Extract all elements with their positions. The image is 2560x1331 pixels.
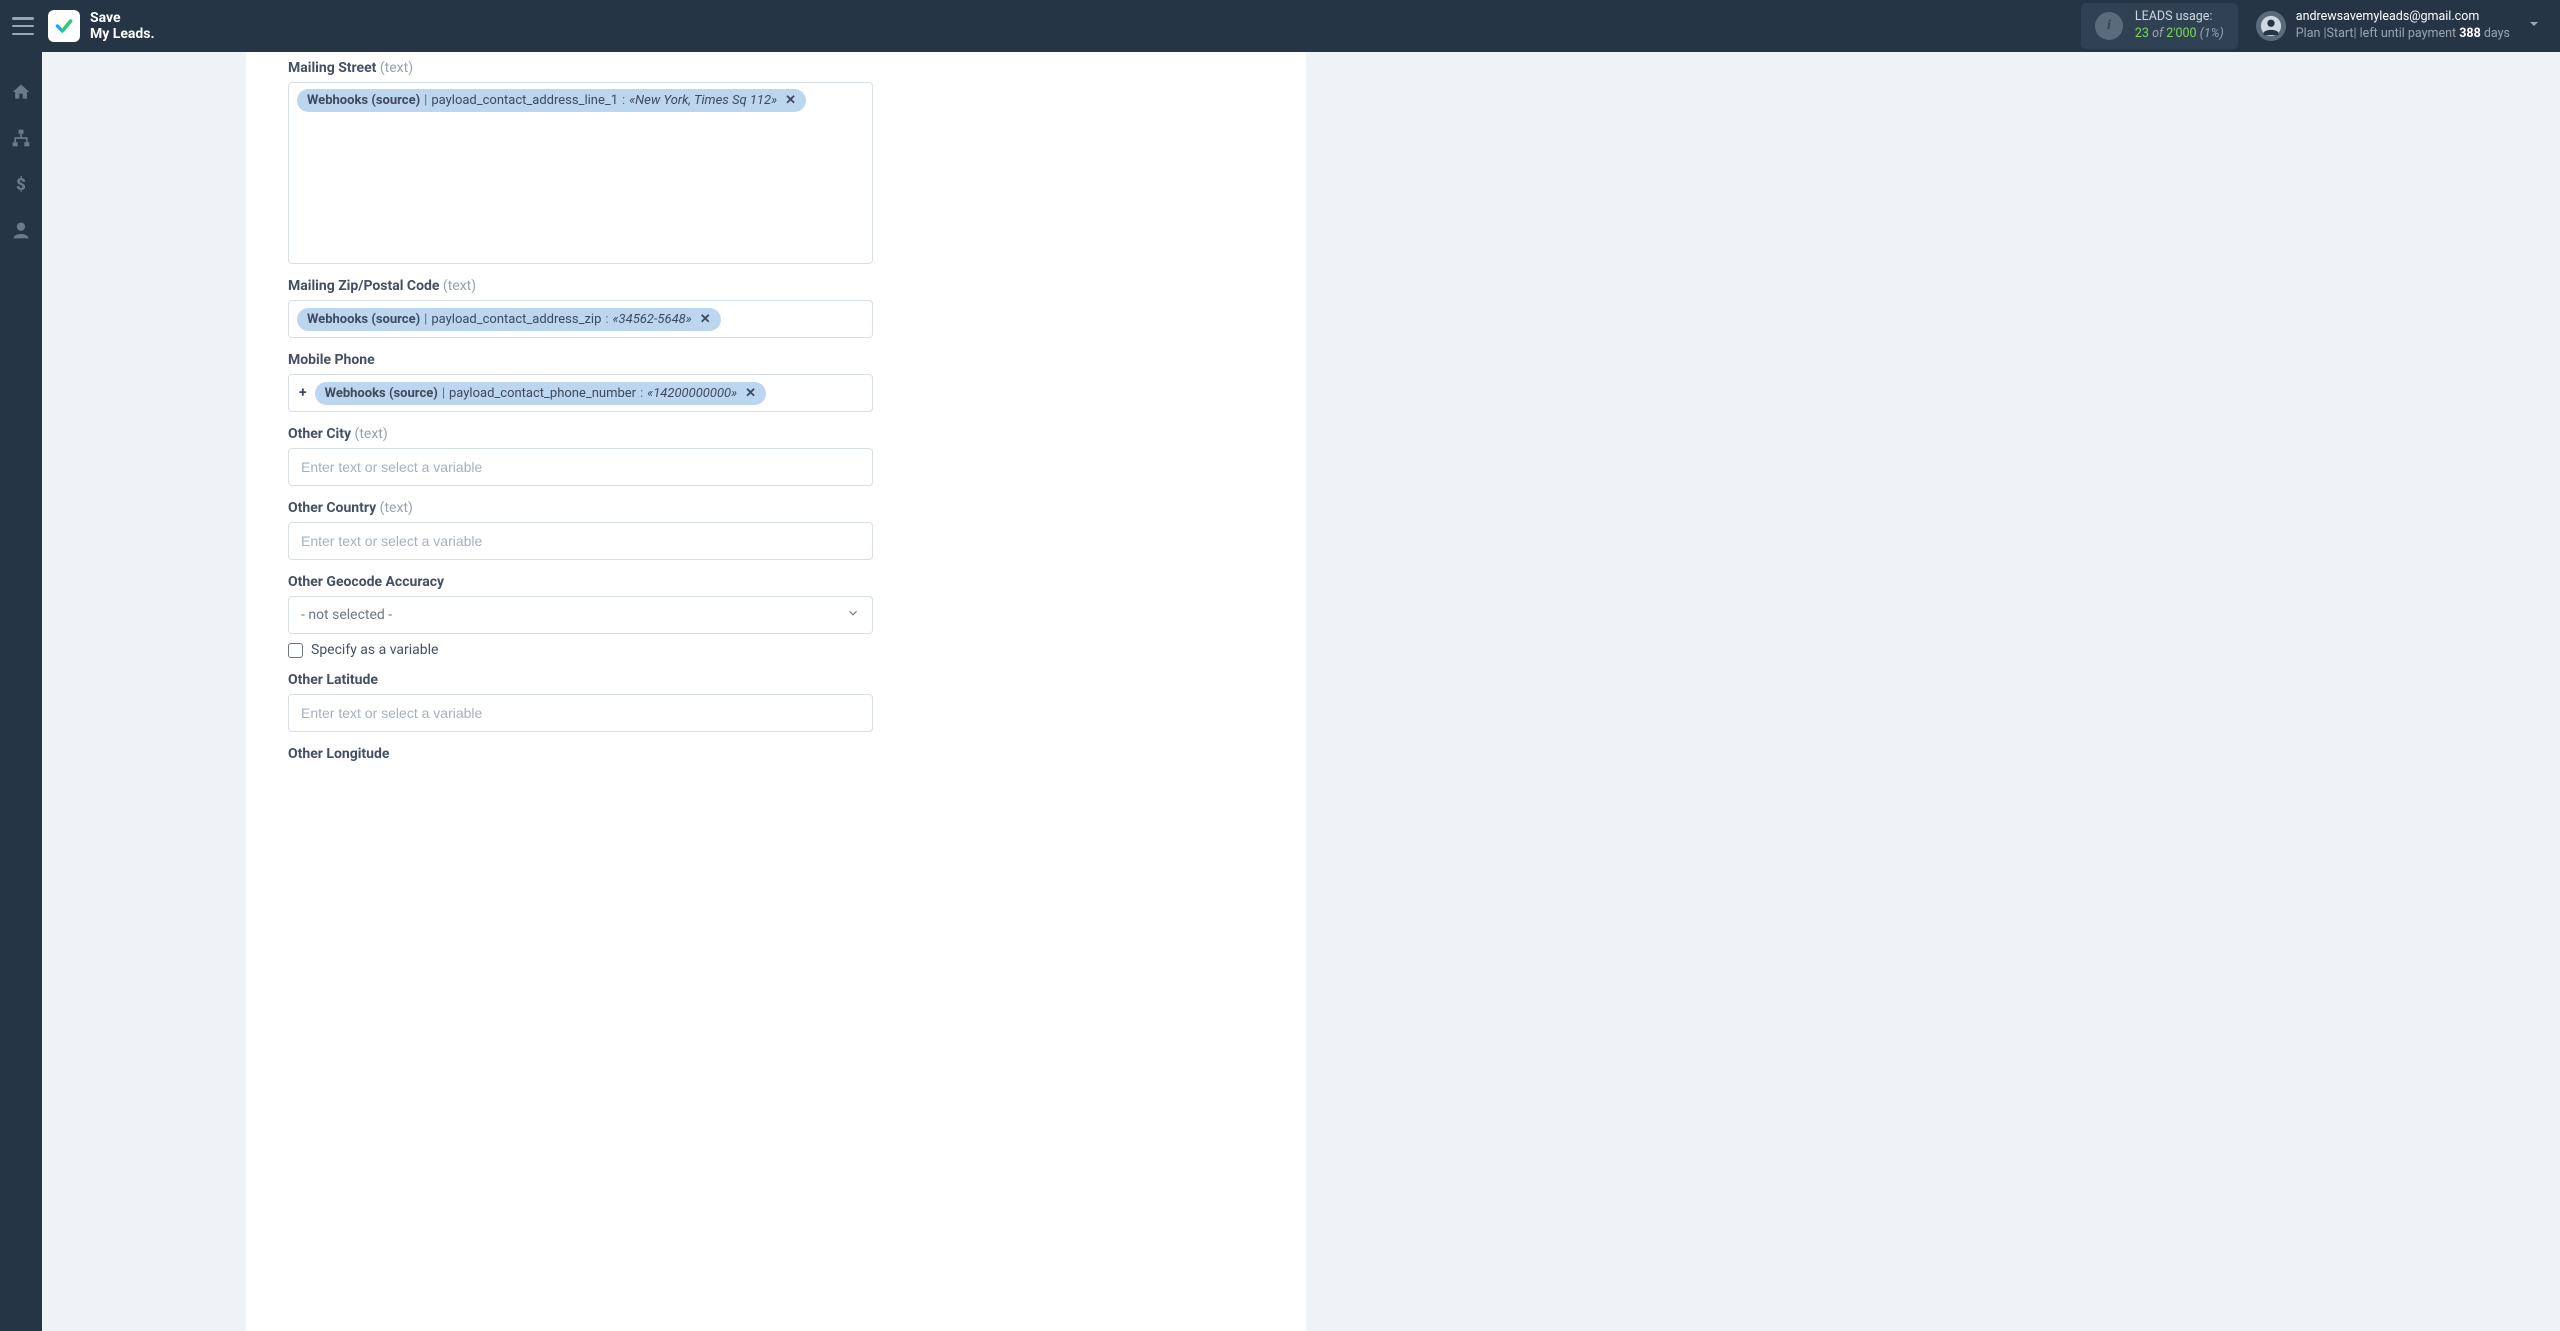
brand-line2: My Leads. bbox=[90, 26, 155, 42]
other-latitude-field[interactable] bbox=[297, 703, 864, 723]
usage-text: LEADS usage: 23 of 2'000 (1%) bbox=[2135, 9, 2224, 43]
checkbox-label: Specify as a variable bbox=[311, 642, 438, 658]
field-other-country: Other Country (text) bbox=[288, 500, 873, 560]
form-card: Mailing Street (text) Webhooks (source) … bbox=[246, 52, 1306, 1331]
user-email: andrewsavemyleads@gmail.com bbox=[2296, 9, 2510, 26]
field-mailing-zip: Mailing Zip/Postal Code (text) Webhooks … bbox=[288, 278, 873, 338]
label-other-city: Other City (text) bbox=[288, 426, 873, 442]
topbar: Save My Leads. i LEADS usage: 23 of 2'00… bbox=[0, 0, 2560, 52]
input-mobile-phone[interactable]: + Webhooks (source) | payload_contact_ph… bbox=[288, 374, 873, 412]
plan-prefix: Plan bbox=[2296, 26, 2324, 41]
input-other-city[interactable] bbox=[288, 448, 873, 486]
plan-name: |Start| bbox=[2324, 26, 2357, 41]
svg-text:$: $ bbox=[16, 176, 26, 194]
specify-as-variable-row[interactable]: Specify as a variable bbox=[288, 642, 873, 658]
chevron-down-icon bbox=[846, 606, 860, 624]
sidebar: $ bbox=[0, 52, 42, 1331]
label-other-country: Other Country (text) bbox=[288, 500, 873, 516]
user-text: andrewsavemyleads@gmail.com Plan |Start|… bbox=[2296, 9, 2510, 43]
avatar-icon bbox=[2256, 11, 2286, 41]
field-other-latitude: Other Latitude bbox=[288, 672, 873, 732]
dollar-icon[interactable]: $ bbox=[9, 172, 33, 196]
other-city-field[interactable] bbox=[297, 457, 864, 477]
input-other-country[interactable] bbox=[288, 522, 873, 560]
user-menu[interactable]: andrewsavemyleads@gmail.com Plan |Start|… bbox=[2256, 9, 2510, 43]
label-other-latitude: Other Latitude bbox=[288, 672, 873, 688]
label-other-longitude: Other Longitude bbox=[288, 746, 873, 762]
field-other-longitude: Other Longitude bbox=[288, 746, 873, 762]
select-other-geocode[interactable]: - not selected - bbox=[288, 596, 873, 634]
input-mailing-zip[interactable]: Webhooks (source) | payload_contact_addr… bbox=[288, 300, 873, 338]
user-icon[interactable] bbox=[9, 218, 33, 242]
phone-prefix: + bbox=[297, 385, 311, 401]
label-other-geocode: Other Geocode Accuracy bbox=[288, 574, 873, 590]
input-other-latitude[interactable] bbox=[288, 694, 873, 732]
tag-mobile-phone: Webhooks (source) | payload_contact_phon… bbox=[315, 382, 766, 405]
tag-remove-icon[interactable]: ✕ bbox=[785, 93, 796, 108]
tag-remove-icon[interactable]: ✕ bbox=[745, 386, 756, 401]
usage-title: LEADS usage: bbox=[2135, 9, 2224, 26]
field-mailing-street: Mailing Street (text) Webhooks (source) … bbox=[288, 60, 873, 264]
usage-pct: (1%) bbox=[2200, 26, 2224, 41]
other-country-field[interactable] bbox=[297, 531, 864, 551]
tag-mailing-zip: Webhooks (source) | payload_contact_addr… bbox=[297, 308, 721, 331]
plan-days: 388 bbox=[2459, 26, 2481, 41]
home-icon[interactable] bbox=[9, 80, 33, 104]
hamburger-menu-icon[interactable] bbox=[12, 17, 34, 35]
chevron-down-icon[interactable] bbox=[2520, 10, 2548, 43]
tag-remove-icon[interactable]: ✕ bbox=[700, 312, 711, 327]
brand-line1: Save bbox=[90, 10, 155, 26]
plan-days-suffix: days bbox=[2481, 26, 2510, 41]
leads-usage-box[interactable]: i LEADS usage: 23 of 2'000 (1%) bbox=[2081, 3, 2238, 49]
field-mobile-phone: Mobile Phone + Webhooks (source) | paylo… bbox=[288, 352, 873, 412]
checkbox-specify-variable[interactable] bbox=[288, 643, 303, 658]
tag-mailing-street: Webhooks (source) | payload_contact_addr… bbox=[297, 89, 806, 112]
field-other-geocode: Other Geocode Accuracy - not selected - … bbox=[288, 574, 873, 658]
input-mailing-street[interactable]: Webhooks (source) | payload_contact_addr… bbox=[288, 82, 873, 264]
field-other-city: Other City (text) bbox=[288, 426, 873, 486]
select-value: - not selected - bbox=[301, 607, 392, 623]
usage-total: 2'000 bbox=[2166, 26, 2196, 41]
label-mailing-zip: Mailing Zip/Postal Code (text) bbox=[288, 278, 873, 294]
plan-left: left until payment bbox=[2357, 26, 2460, 41]
usage-of: of bbox=[2152, 26, 2163, 41]
brand-name: Save My Leads. bbox=[90, 10, 155, 42]
label-mailing-street: Mailing Street (text) bbox=[288, 60, 873, 76]
brand-logo[interactable] bbox=[48, 10, 80, 42]
usage-used: 23 bbox=[2135, 26, 2149, 41]
sitemap-icon[interactable] bbox=[9, 126, 33, 150]
label-mobile-phone: Mobile Phone bbox=[288, 352, 873, 368]
page-content: Mailing Street (text) Webhooks (source) … bbox=[42, 52, 2560, 1331]
info-icon: i bbox=[2095, 12, 2123, 40]
